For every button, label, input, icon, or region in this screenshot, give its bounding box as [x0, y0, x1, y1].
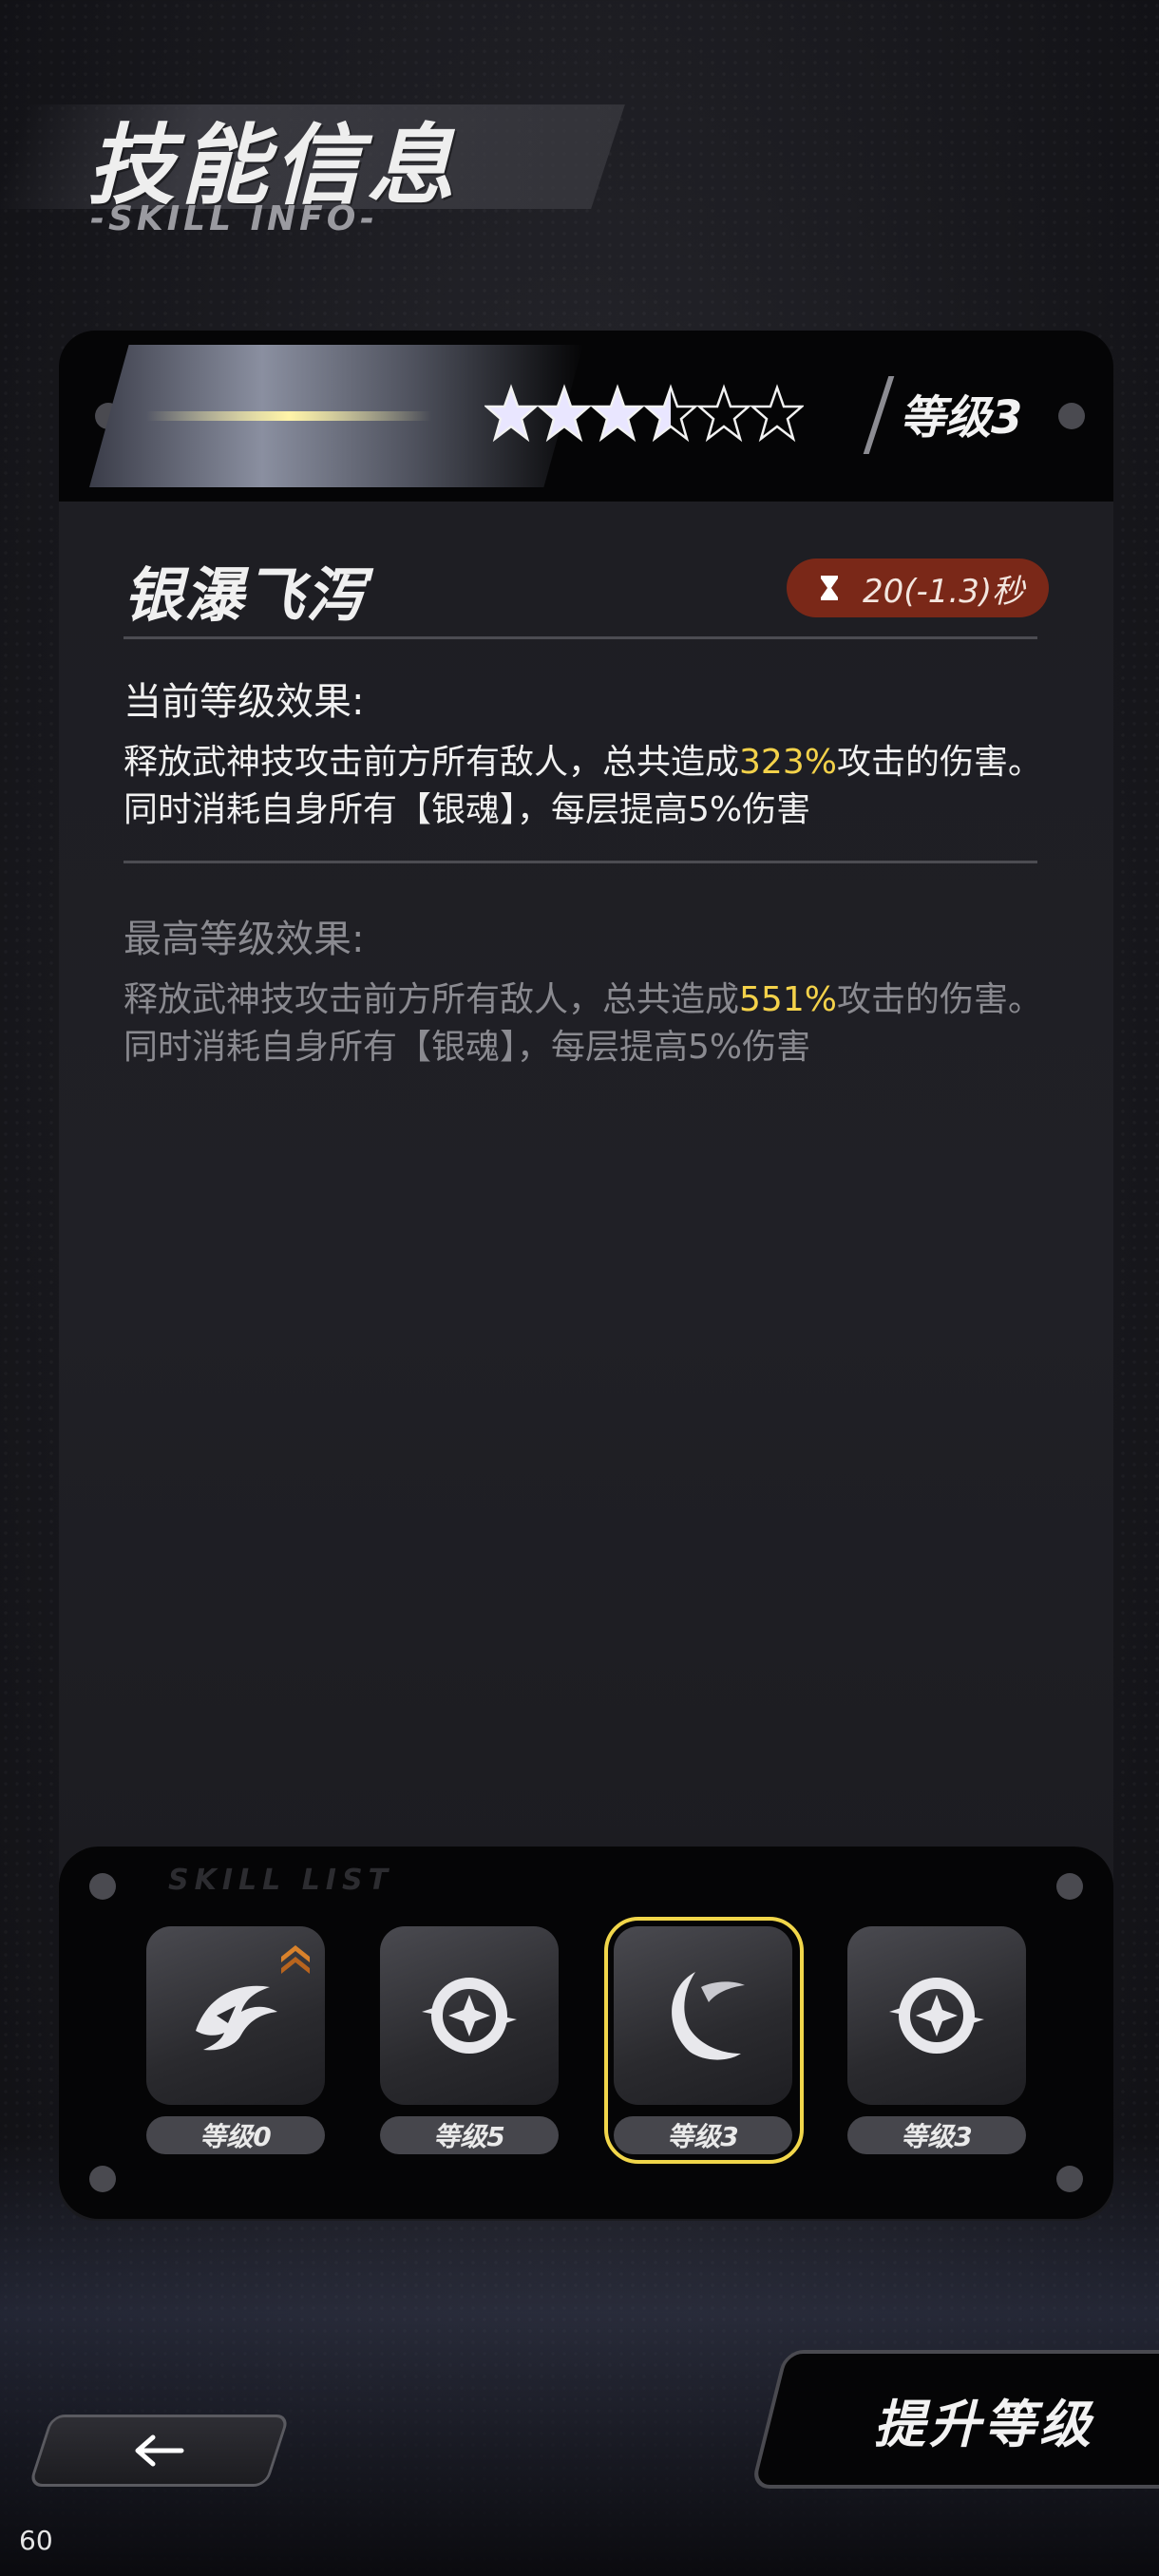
current-effect-label: 当前等级效果: [124, 680, 365, 724]
star-rating [484, 380, 804, 446]
page-header: 技能信息 -SKILL INFO- [0, 85, 665, 266]
skill-list-title: SKILL LIST [168, 1864, 394, 1897]
portrait-light-streak [146, 411, 431, 421]
skill-slot-level: 等级3 [847, 2116, 1026, 2154]
skill-slot-1[interactable]: 等级0 [146, 1926, 327, 2154]
rivet-icon [1058, 403, 1085, 429]
back-button[interactable] [28, 2415, 291, 2487]
star-icon [644, 384, 697, 443]
crescent-slash-icon [672, 1972, 745, 2060]
skill-slot-4[interactable]: 等级3 [847, 1926, 1028, 2154]
skill-slot-level: 等级3 [614, 2116, 792, 2154]
skill-slot-level: 等级0 [146, 2116, 325, 2154]
max-effect-label: 最高等级效果: [124, 918, 365, 961]
hourglass-icon [821, 576, 838, 600]
skill-list-tray: SKILL LIST 等级0 等级5 等级3 等级3 [59, 1847, 1113, 2219]
skill-slot-2[interactable]: 等级5 [380, 1926, 560, 2154]
arrow-left-icon [135, 2434, 183, 2467]
rivet-icon [89, 1873, 116, 1900]
max-effect-highlight: 551% [739, 980, 837, 1019]
skill-card-header: 等级3 [59, 331, 1113, 502]
skill-slot-icon-box [614, 1926, 792, 2105]
star-icon [484, 384, 538, 443]
skill-slot-icon-box [847, 1926, 1026, 2105]
skill-slot-icon-box [146, 1926, 325, 2105]
fps-counter: 60 [19, 2525, 53, 2556]
cooldown-text: 20(-1.3)秒 [863, 572, 1025, 611]
upgrade-level-button-label[interactable]: 提升等级 [874, 2382, 1094, 2457]
eagle-claw-icon [196, 1985, 277, 2051]
max-effect-text-before: 释放武神技攻击前方所有敌人，总共造成 [124, 980, 740, 1019]
rivet-icon [89, 2166, 116, 2192]
upgrade-available-icon [281, 1945, 310, 1974]
divider [124, 861, 1037, 863]
star-icon [538, 384, 591, 443]
rivet-icon [1056, 2166, 1083, 2192]
max-effect-text: 释放武神技攻击前方所有敌人，总共造成551%攻击的伤害。同时消耗自身所有【银魂】… [124, 976, 1054, 1071]
skill-level-badge: 等级3 [900, 391, 1023, 445]
shuriken-icon [889, 1978, 984, 2054]
cooldown-badge: 20(-1.3)秒 [787, 559, 1049, 617]
page-subtitle: -SKILL INFO- [90, 199, 378, 238]
skill-slot-level: 等级5 [380, 2116, 559, 2154]
skill-name: 银瀑飞泻 [124, 560, 368, 630]
current-effect-text: 释放武神技攻击前方所有敌人，总共造成323%攻击的伤害。同时消耗自身所有【银魂】… [124, 739, 1054, 834]
shuriken-icon [422, 1978, 517, 2054]
rivet-icon [1056, 1873, 1083, 1900]
skill-slot-3[interactable]: 等级3 [604, 1917, 804, 2164]
skill-slot-icon-box [380, 1926, 559, 2105]
star-icon [697, 384, 750, 443]
current-effect-highlight: 323% [739, 743, 837, 782]
level-separator [863, 376, 895, 454]
star-icon [591, 384, 644, 443]
current-effect-text-before: 释放武神技攻击前方所有敌人，总共造成 [124, 743, 740, 782]
divider [124, 636, 1037, 639]
star-icon [750, 384, 804, 443]
